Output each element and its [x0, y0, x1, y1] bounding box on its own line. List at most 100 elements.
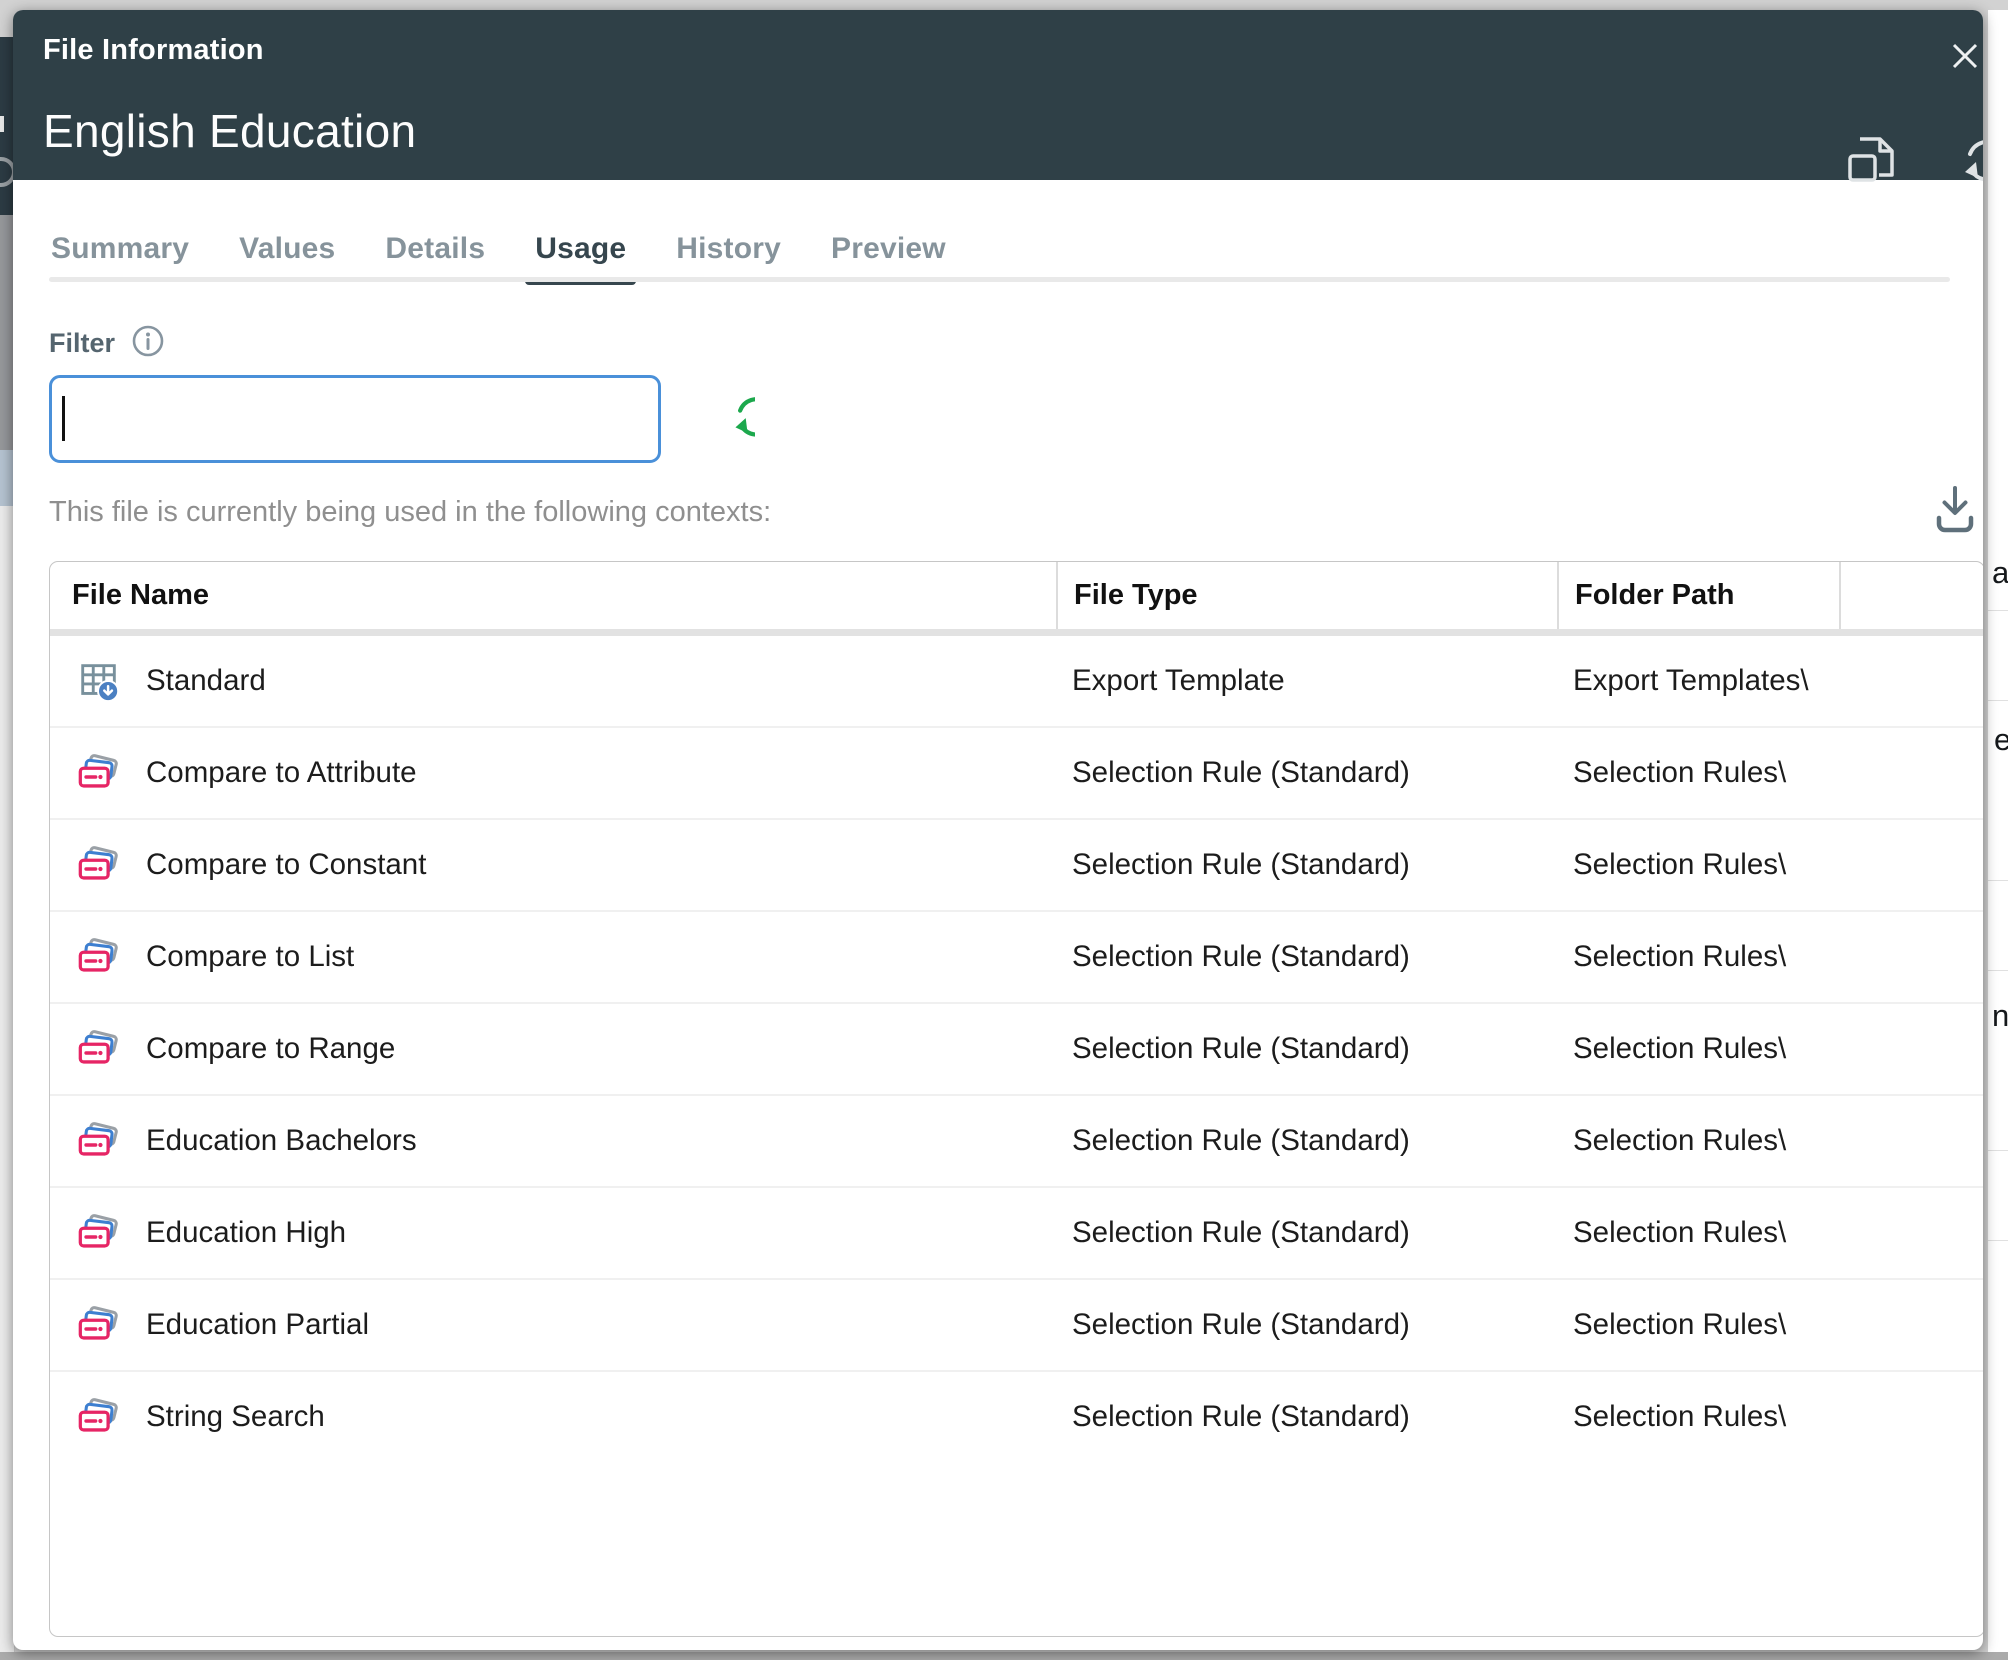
reload-icon	[1929, 180, 1983, 195]
file-name-cell: Education Partial	[50, 1280, 1056, 1370]
table-row[interactable]: Standard Export Template Export Template…	[50, 636, 1983, 728]
refresh-icon	[701, 434, 755, 449]
download-button[interactable]	[1927, 480, 1983, 540]
folder-path-cell: Selection Rules\	[1557, 820, 1839, 910]
filter-label: Filter	[49, 328, 115, 359]
folder-path-cell: Export Templates\	[1557, 636, 1839, 726]
file-information-dialog: File Information English Education	[13, 10, 1983, 1650]
tab-details[interactable]: Details	[383, 230, 487, 282]
selection-rule-icon	[76, 1118, 122, 1164]
close-button[interactable]	[1945, 36, 1983, 76]
file-name-cell: String Search	[50, 1372, 1056, 1462]
empty-cell	[1839, 636, 1983, 726]
file-name-text: Compare to Attribute	[146, 756, 417, 790]
reload-button[interactable]	[1929, 134, 1983, 192]
empty-cell	[1839, 1188, 1983, 1278]
file-type-cell: Selection Rule (Standard)	[1056, 912, 1557, 1002]
tab-summary[interactable]: Summary	[49, 230, 191, 282]
folder-path-cell: Selection Rules\	[1557, 1372, 1839, 1462]
selection-rule-icon	[76, 1210, 122, 1256]
usage-table-body: Standard Export Template Export Template…	[50, 636, 1983, 1462]
usage-description: This file is currently being used in the…	[49, 496, 771, 529]
close-icon	[1945, 64, 1983, 79]
file-name-cell: Compare to Range	[50, 1004, 1056, 1094]
table-row[interactable]: Compare to List Selection Rule (Standard…	[50, 912, 1983, 1004]
dialog-header: File Information English Education	[13, 10, 1983, 180]
tab-preview[interactable]: Preview	[829, 230, 948, 282]
file-type-cell: Selection Rule (Standard)	[1056, 1004, 1557, 1094]
table-row[interactable]: Education Bachelors Selection Rule (Stan…	[50, 1096, 1983, 1188]
file-name-cell: Education Bachelors	[50, 1096, 1056, 1186]
export-template-icon	[76, 658, 122, 704]
tab-history[interactable]: History	[674, 230, 783, 282]
file-type-cell: Selection Rule (Standard)	[1056, 1280, 1557, 1370]
tab-bar: Summary Values Details Usage History Preview	[49, 230, 1950, 282]
table-row[interactable]: Education High Selection Rule (Standard)…	[50, 1188, 1983, 1280]
folder-path-cell: Selection Rules\	[1557, 1188, 1839, 1278]
empty-cell	[1839, 1096, 1983, 1186]
folder-path-cell: Selection Rules\	[1557, 1280, 1839, 1370]
file-name-text: Education Partial	[146, 1308, 369, 1342]
file-type-cell: Export Template	[1056, 636, 1557, 726]
background-page-blue-strip	[0, 450, 14, 506]
table-row[interactable]: Compare to Attribute Selection Rule (Sta…	[50, 728, 1983, 820]
file-type-cell: Selection Rule (Standard)	[1056, 728, 1557, 818]
folder-path-cell: Selection Rules\	[1557, 1096, 1839, 1186]
empty-cell	[1839, 820, 1983, 910]
table-row[interactable]: String Search Selection Rule (Standard) …	[50, 1372, 1983, 1462]
background-page-bottom-strip	[0, 1652, 2008, 1660]
dialog-title: File Information	[43, 34, 264, 67]
file-name-text: Compare to List	[146, 940, 354, 974]
column-header-folder-path: Folder Path	[1557, 562, 1839, 629]
table-header-row: File Name File Type Folder Path	[50, 562, 1983, 636]
download-icon	[1927, 528, 1983, 543]
file-type-cell: Selection Rule (Standard)	[1056, 820, 1557, 910]
empty-cell	[1839, 912, 1983, 1002]
selection-rule-icon	[76, 1026, 122, 1072]
file-type-cell: Selection Rule (Standard)	[1056, 1188, 1557, 1278]
file-name-cell: Compare to Attribute	[50, 728, 1056, 818]
selection-rule-icon	[76, 842, 122, 888]
tab-underline-track	[49, 277, 1950, 282]
filter-input[interactable]	[49, 375, 661, 463]
copy-file-icon	[1843, 180, 1899, 195]
folder-path-cell: Selection Rules\	[1557, 1004, 1839, 1094]
file-name-text: Compare to Range	[146, 1032, 395, 1066]
file-type-cell: Selection Rule (Standard)	[1056, 1372, 1557, 1462]
file-name-cell: Compare to List	[50, 912, 1056, 1002]
table-row[interactable]: Compare to Range Selection Rule (Standar…	[50, 1004, 1983, 1096]
background-letter-fragment: n	[1992, 998, 2008, 1034]
empty-cell	[1839, 1280, 1983, 1370]
background-page-right-strip: a e n	[1988, 10, 2008, 1652]
folder-path-cell: Selection Rules\	[1557, 728, 1839, 818]
file-name-text: Education High	[146, 1216, 346, 1250]
text-caret	[62, 396, 65, 441]
table-row[interactable]: Education Partial Selection Rule (Standa…	[50, 1280, 1983, 1372]
file-name-cell: Education High	[50, 1188, 1056, 1278]
refresh-filter-button[interactable]	[701, 392, 755, 446]
copy-file-button[interactable]	[1843, 132, 1899, 192]
file-name-text: Standard	[146, 664, 266, 698]
tab-values[interactable]: Values	[237, 230, 337, 282]
empty-cell	[1839, 1004, 1983, 1094]
tab-usage[interactable]: Usage	[533, 230, 628, 282]
folder-path-cell: Selection Rules\	[1557, 912, 1839, 1002]
file-name-cell: Standard	[50, 636, 1056, 726]
selection-rule-icon	[76, 934, 122, 980]
empty-cell	[1839, 728, 1983, 818]
empty-cell	[1839, 1372, 1983, 1462]
selection-rule-icon	[76, 750, 122, 796]
file-name-text: Compare to Constant	[146, 848, 426, 882]
file-name-text: String Search	[146, 1400, 325, 1434]
usage-table: File Name File Type Folder Path	[49, 561, 1983, 1637]
file-title: English Education	[43, 104, 416, 158]
info-icon[interactable]	[131, 324, 165, 363]
table-row[interactable]: Compare to Constant Selection Rule (Stan…	[50, 820, 1983, 912]
file-name-cell: Compare to Constant	[50, 820, 1056, 910]
column-header-empty	[1839, 562, 1983, 629]
background-letter-fragment: e	[1994, 722, 2008, 758]
file-name-text: Education Bachelors	[146, 1124, 417, 1158]
selection-rule-icon	[76, 1394, 122, 1440]
column-header-file-type: File Type	[1056, 562, 1557, 629]
background-page-dark-strip	[0, 37, 14, 215]
